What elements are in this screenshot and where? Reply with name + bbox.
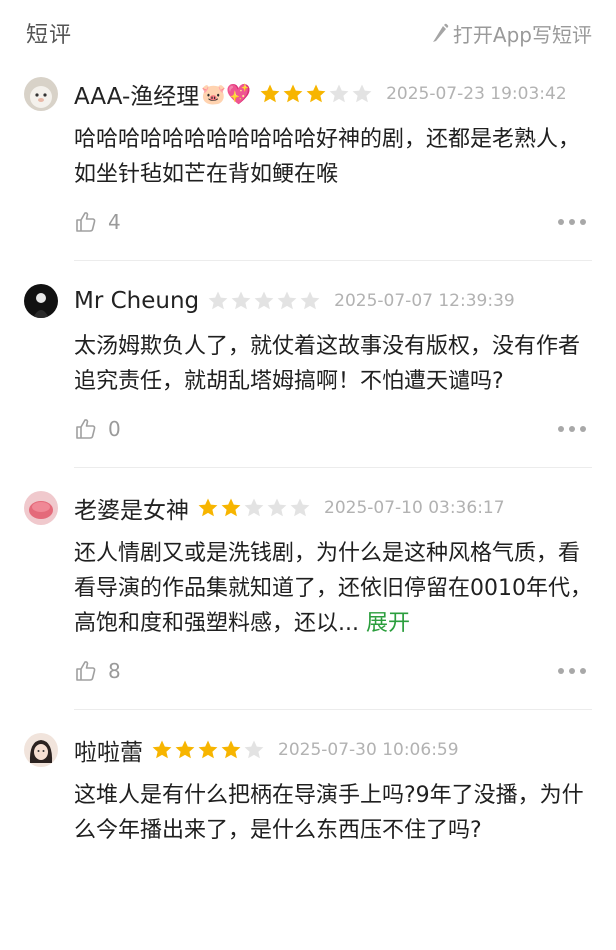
review-item: 啦啦蕾 2025-07-30 10:06:59 这堆人是有什么把柄在导演手上吗?…	[0, 722, 616, 848]
star-filled-icon	[198, 740, 218, 759]
star-filled-icon	[221, 498, 241, 517]
star-filled-icon	[221, 740, 241, 759]
star-empty-icon	[290, 498, 310, 517]
star-filled-icon	[260, 84, 280, 103]
like-button[interactable]: 0	[74, 417, 121, 441]
star-empty-icon	[254, 291, 274, 310]
star-empty-icon	[277, 291, 297, 310]
review-content: 太汤姆欺负人了，就仗着这故事没有版权，没有作者追究责任，就胡乱塔姆搞啊！不怕遭天…	[74, 334, 581, 394]
star-empty-icon	[244, 740, 264, 759]
more-options-button[interactable]	[558, 426, 592, 432]
avatar[interactable]	[24, 491, 58, 525]
star-filled-icon	[198, 498, 218, 517]
username[interactable]: 啦啦蕾	[74, 733, 143, 767]
thumbs-up-icon	[76, 661, 96, 681]
review-item: 老婆是女神 2025-07-10 03:36:17 还人情剧又或是洗钱剧，为什么…	[0, 480, 616, 710]
review-date: 2025-07-10 03:36:17	[324, 498, 505, 518]
write-review-label: 打开App写短评	[452, 22, 592, 47]
divider	[74, 260, 592, 261]
star-empty-icon	[329, 84, 349, 103]
expand-link[interactable]: 展开	[366, 611, 410, 636]
reviews-header: 短评 打开App写短评	[0, 0, 616, 66]
like-button[interactable]: 8	[74, 659, 121, 683]
review-date: 2025-07-30 10:06:59	[278, 740, 459, 760]
avatar[interactable]	[24, 733, 58, 767]
username[interactable]: AAA-渔经理	[74, 77, 199, 111]
like-count: 4	[108, 210, 121, 234]
like-count: 0	[108, 417, 121, 441]
star-empty-icon	[300, 291, 320, 310]
review-item: AAA-渔经理 🐷💖 2025-07-23 19:03:42 哈哈哈哈哈哈哈哈哈…	[0, 66, 616, 261]
star-empty-icon	[267, 498, 287, 517]
review-text: 还人情剧又或是洗钱剧，为什么是这种风格气质，看看导演的作品集就知道了，还依旧停留…	[74, 541, 592, 636]
emoji-badge: 🐷💖	[201, 82, 252, 106]
username[interactable]: 老婆是女神	[74, 491, 189, 525]
section-title: 短评	[26, 23, 73, 48]
pencil-icon	[432, 23, 449, 42]
star-empty-icon	[231, 291, 251, 310]
like-count: 8	[108, 659, 121, 683]
star-rating	[197, 497, 312, 519]
thumbs-up-icon	[76, 212, 96, 232]
star-rating	[207, 290, 322, 312]
review-date: 2025-07-07 12:39:39	[334, 291, 515, 311]
like-button[interactable]: 4	[74, 210, 121, 234]
star-empty-icon	[244, 498, 264, 517]
thumbs-up-icon	[76, 419, 96, 439]
review-item: Mr Cheung 2025-07-07 12:39:39 太汤姆欺负人了，就仗…	[0, 273, 616, 468]
more-options-button[interactable]	[558, 219, 592, 225]
write-review-link[interactable]: 打开App写短评	[431, 19, 592, 48]
username[interactable]: Mr Cheung	[74, 288, 199, 314]
review-content: 还人情剧又或是洗钱剧，为什么是这种风格气质，看看导演的作品集就知道了，还依旧停留…	[74, 536, 594, 641]
star-filled-icon	[283, 84, 303, 103]
divider	[74, 709, 592, 710]
divider	[74, 467, 592, 468]
star-rating	[259, 83, 374, 105]
review-content: 这堆人是有什么把柄在导演手上吗?9年了没播，为什么今年播出来了，是什么东西压不住…	[74, 783, 584, 843]
star-filled-icon	[306, 84, 326, 103]
avatar[interactable]	[24, 284, 58, 318]
star-empty-icon	[208, 291, 228, 310]
star-filled-icon	[152, 740, 172, 759]
review-content: 哈哈哈哈哈哈哈哈哈哈哈好神的剧，还都是老熟人，如坐针毡如芒在背如鲠在喉	[74, 127, 581, 187]
star-rating	[151, 739, 266, 761]
more-options-button[interactable]	[558, 668, 592, 674]
avatar[interactable]	[24, 77, 58, 111]
review-date: 2025-07-23 19:03:42	[386, 84, 567, 104]
star-filled-icon	[175, 740, 195, 759]
star-empty-icon	[352, 84, 372, 103]
